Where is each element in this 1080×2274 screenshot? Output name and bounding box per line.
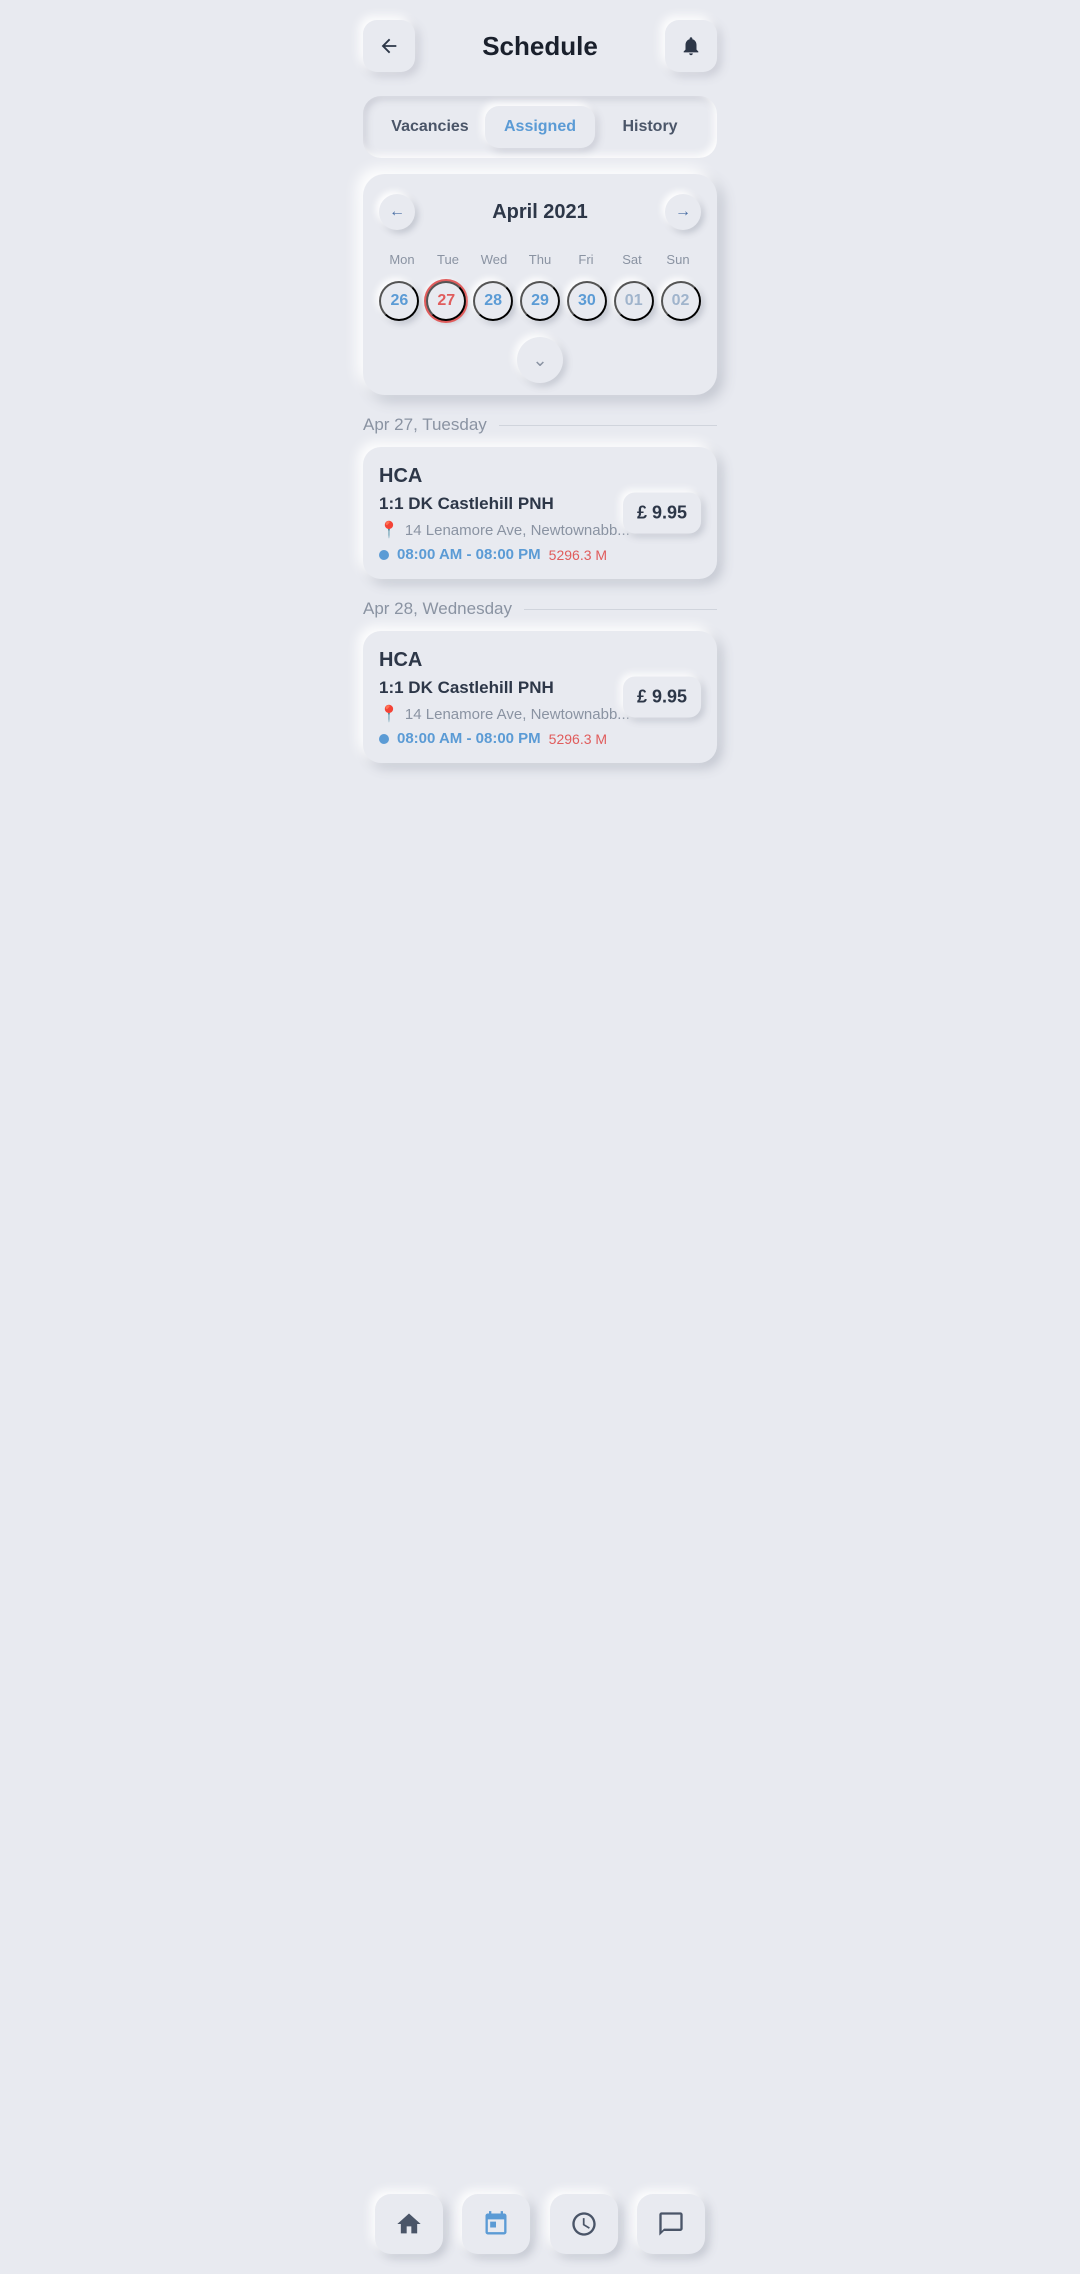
day-thu: Thu <box>517 248 563 271</box>
bottom-nav <box>345 2182 735 2274</box>
cal-days-header: Mon Tue Wed Thu Fri Sat Sun <box>379 248 701 271</box>
cal-date-01[interactable]: 01 <box>614 281 654 321</box>
day-sun: Sun <box>655 248 701 271</box>
cal-date-26[interactable]: 26 <box>379 281 419 321</box>
expand-calendar-button[interactable]: ⌄ <box>517 337 563 383</box>
event-price: £ 9.95 <box>623 493 701 534</box>
cal-date-27[interactable]: 27 <box>426 281 466 321</box>
event-type: HCA <box>379 465 701 488</box>
back-button[interactable] <box>363 20 415 72</box>
page-title: Schedule <box>482 31 598 62</box>
time-dot <box>379 550 389 560</box>
notifications-button[interactable] <box>665 20 717 72</box>
date-divider-apr28 <box>524 609 717 610</box>
tab-vacancies[interactable]: Vacancies <box>375 106 485 148</box>
header: Schedule <box>345 0 735 88</box>
day-mon: Mon <box>379 248 425 271</box>
tab-history[interactable]: History <box>595 106 705 148</box>
day-wed: Wed <box>471 248 517 271</box>
location-pin-icon-2: 📍 <box>379 704 399 724</box>
date-section-apr27: Apr 27, Tuesday <box>363 415 717 435</box>
day-tue: Tue <box>425 248 471 271</box>
cal-date-30[interactable]: 30 <box>567 281 607 321</box>
nav-schedule-button[interactable] <box>462 2194 530 2254</box>
cal-date-28[interactable]: 28 <box>473 281 513 321</box>
cal-date-29[interactable]: 29 <box>520 281 560 321</box>
event-distance-2: 5296.3 M <box>549 731 607 747</box>
bell-icon <box>680 35 702 57</box>
time-dot-2 <box>379 734 389 744</box>
event-card-apr27-0[interactable]: HCA 1:1 DK Castlehill PNH 📍 14 Lenamore … <box>363 447 717 579</box>
date-divider-apr27 <box>499 425 717 426</box>
event-time-row-2: 08:00 AM - 08:00 PM 5296.3 M <box>379 730 701 747</box>
home-icon <box>395 2210 423 2238</box>
location-pin-icon: 📍 <box>379 520 399 540</box>
event-time: 08:00 AM - 08:00 PM <box>397 546 541 563</box>
calendar-header: ← April 2021 → <box>379 194 701 230</box>
back-icon <box>378 35 400 57</box>
date-section-apr28: Apr 28, Wednesday <box>363 599 717 619</box>
chat-icon <box>657 2210 685 2238</box>
date-label-apr28: Apr 28, Wednesday <box>363 599 512 619</box>
date-label-apr27: Apr 27, Tuesday <box>363 415 487 435</box>
nav-chat-button[interactable] <box>637 2194 705 2254</box>
location-text-2: 14 Lenamore Ave, Newtownabb... <box>405 706 630 723</box>
event-time-row: 08:00 AM - 08:00 PM 5296.3 M <box>379 546 701 563</box>
event-distance: 5296.3 M <box>549 547 607 563</box>
cal-prev-button[interactable]: ← <box>379 194 415 230</box>
event-type-2: HCA <box>379 649 701 672</box>
cal-dates: 26 27 28 29 30 01 02 <box>379 281 701 321</box>
calendar-icon <box>482 2210 510 2238</box>
tab-assigned[interactable]: Assigned <box>485 106 595 148</box>
nav-home-button[interactable] <box>375 2194 443 2254</box>
event-time-2: 08:00 AM - 08:00 PM <box>397 730 541 747</box>
cal-next-button[interactable]: → <box>665 194 701 230</box>
event-card-apr28-0[interactable]: HCA 1:1 DK Castlehill PNH 📍 14 Lenamore … <box>363 631 717 763</box>
screen: Schedule Vacancies Assigned History ← Ap… <box>345 0 735 2274</box>
cal-date-02[interactable]: 02 <box>661 281 701 321</box>
tabs-container: Vacancies Assigned History <box>363 96 717 158</box>
nav-clock-button[interactable] <box>550 2194 618 2254</box>
location-text: 14 Lenamore Ave, Newtownabb... <box>405 522 630 539</box>
expand-btn-wrap: ⌄ <box>379 337 701 383</box>
clock-icon <box>570 2210 598 2238</box>
cal-month-year: April 2021 <box>425 201 655 224</box>
day-sat: Sat <box>609 248 655 271</box>
day-fri: Fri <box>563 248 609 271</box>
event-price-2: £ 9.95 <box>623 677 701 718</box>
calendar: ← April 2021 → Mon Tue Wed Thu Fri Sat S… <box>363 174 717 395</box>
